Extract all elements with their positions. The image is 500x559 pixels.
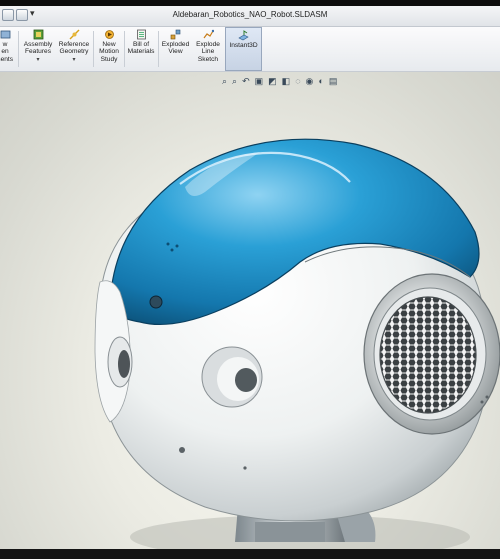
title-bar: ▾ Aldebaran_Robotics_NAO_Robot.SLDASM (0, 6, 500, 27)
shell-microphone-hole (175, 244, 179, 248)
reference-geometry-icon (69, 29, 80, 40)
assembly-features-icon (33, 29, 44, 40)
document-title: Aldebaran_Robotics_NAO_Robot.SLDASM (172, 10, 328, 19)
mouth-speaker-hole (243, 466, 247, 470)
ribbon-separator (93, 31, 94, 67)
exploded-view-button[interactable]: Exploded View (159, 27, 192, 71)
ear-led-hole (485, 395, 489, 399)
instant3d-button[interactable]: Instant3D (225, 27, 262, 71)
exploded-view-icon (170, 29, 181, 40)
speaker-grille (379, 296, 477, 414)
robot-head-model[interactable] (0, 72, 500, 549)
bill-of-materials-button[interactable]: Bill of Materials (125, 27, 157, 71)
reference-geometry-dropdown-icon[interactable]: ▾ (56, 57, 92, 64)
instant3d-icon (238, 30, 249, 41)
shell-microphone-hole (166, 242, 170, 246)
shell-microphone-hole (170, 248, 174, 252)
explode-line-sketch-icon (203, 29, 214, 40)
ribbon-separator (18, 31, 19, 67)
mouth-speaker-hole (179, 447, 185, 453)
forehead-camera (149, 295, 163, 309)
assembly-features-button[interactable]: Assembly Features ▾ (20, 27, 56, 71)
ear-led-hole (480, 400, 484, 404)
front-eye-socket (201, 346, 263, 408)
reference-geometry-button[interactable]: Reference Geometry ▾ (56, 27, 92, 71)
assembly-features-dropdown-icon[interactable]: ▾ (20, 57, 56, 64)
explode-line-sketch-button[interactable]: Explode Line Sketch (192, 27, 224, 71)
bill-of-materials-icon (136, 29, 147, 40)
components-icon (0, 29, 11, 40)
command-manager-ribbon: w en nents Assembly Features ▾ Reference… (0, 27, 500, 72)
new-motion-study-button[interactable]: New Motion Study (95, 27, 123, 71)
left-eye-socket (107, 336, 133, 388)
screen-bottom-edge (0, 549, 500, 559)
show-components-button[interactable]: w en nents (0, 27, 16, 71)
motion-study-icon (104, 29, 115, 40)
